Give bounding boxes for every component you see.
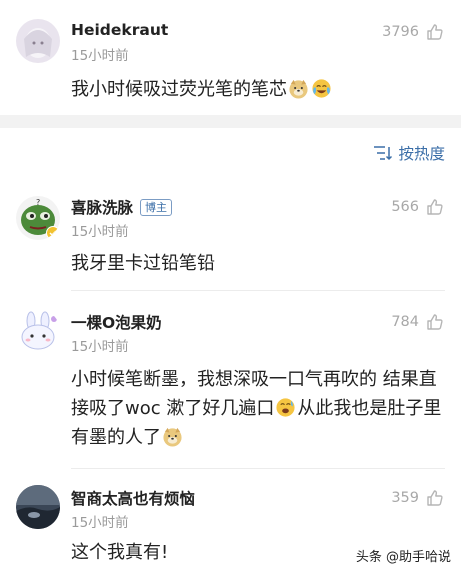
comment-time: 15小时前 <box>71 515 129 531</box>
comment-time: 15小时前 <box>71 224 129 240</box>
avatar[interactable]: ? <box>16 196 60 240</box>
cry-laugh-emoji <box>312 79 331 98</box>
author-name: 喜脉洗脉 <box>71 199 134 217</box>
watermark-text: 头条 @助手哈说 <box>355 550 451 565</box>
avatar[interactable] <box>16 309 60 353</box>
sort-toggle[interactable]: 按热度 <box>373 142 445 164</box>
avatar[interactable] <box>16 19 60 63</box>
author-badge: 博主 <box>140 199 173 216</box>
comment-author[interactable]: 智商太高也有烦恼 <box>71 487 195 509</box>
watermark: 头条 @助手哈说 <box>355 546 451 565</box>
thumbs-up-icon <box>427 314 443 330</box>
like-count: 784 <box>391 314 419 330</box>
svg-text:?: ? <box>36 198 40 207</box>
comment-text: 我小时候吸过荧光笔的笔芯 <box>71 75 445 104</box>
like-button[interactable]: 784 <box>391 312 445 332</box>
like-count: 566 <box>391 199 419 215</box>
doge-emoji <box>289 79 308 99</box>
verified-icon <box>46 226 60 240</box>
comment-item: ? 喜脉洗脉 博主 15小时前 566 我牙里卡过铅笔铅 <box>0 180 461 290</box>
avatar[interactable] <box>16 485 60 529</box>
comment-text-body: 我小时候吸过荧光笔的笔芯 <box>71 79 287 100</box>
like-button[interactable]: 566 <box>391 197 445 217</box>
sort-label: 按热度 <box>398 145 445 163</box>
comment-author[interactable]: Heidekraut <box>71 21 168 39</box>
thumbs-up-icon <box>427 490 443 506</box>
comment-text: 我牙里卡过铅笔铅 <box>71 253 215 274</box>
comment-item: Heidekraut 15小时前 3796 我小时候吸过荧光笔的笔芯 <box>0 0 461 115</box>
comment-time: 15小时前 <box>71 339 129 355</box>
sort-icon <box>374 146 393 161</box>
comment-author[interactable]: 喜脉洗脉 博主 <box>71 196 173 218</box>
like-count: 3796 <box>382 24 419 40</box>
comment-text: 小时候笔断墨，我想深吸一口气再吹的 结果直接吸了woc 漱了好几遍口 从此我也是肚… <box>71 365 445 452</box>
doge-emoji <box>163 427 182 447</box>
section-divider <box>0 115 461 128</box>
thumbs-up-icon <box>427 199 443 215</box>
sweat-emoji <box>276 398 295 417</box>
like-button[interactable]: 359 <box>391 488 445 508</box>
comment-author[interactable]: 一棵O泡果奶 <box>71 311 162 333</box>
thumbs-up-icon <box>427 24 443 40</box>
comment-item: 一棵O泡果奶 15小时前 784 小时候笔断墨，我想深吸一口气再吹的 结果直接吸… <box>0 291 461 468</box>
like-count: 359 <box>391 490 419 506</box>
like-button[interactable]: 3796 <box>382 22 445 42</box>
comment-time: 15小时前 <box>71 48 129 64</box>
